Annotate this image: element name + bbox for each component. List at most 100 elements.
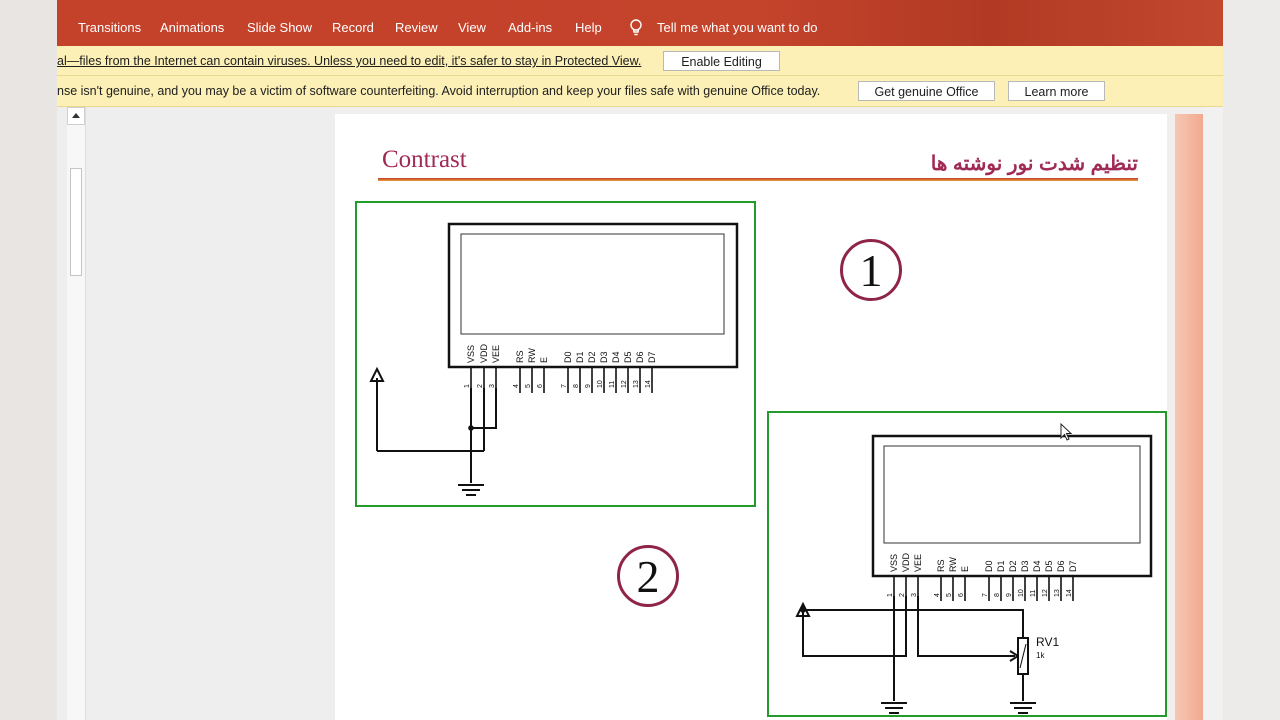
lcd-pin-number: 9 [1006,593,1013,597]
tab-review[interactable]: Review [395,20,438,35]
ground-icon [1010,702,1036,714]
lcd-pin-number: 8 [994,593,1001,597]
junction-dot [468,425,474,431]
lcd-pin-label: D6 [635,351,645,363]
lcd-pin-label: VSS [466,345,476,363]
lcd-pin-number: 14 [645,380,652,388]
pin-numbers-1: 1 2 3 4 5 6 7 8 9 10 11 12 13 14 [464,380,652,388]
editor-right-edge [1203,107,1223,720]
circle-number-2: 2 [617,545,679,607]
lcd-pin-label: D4 [611,351,621,363]
pot-top-wire [803,609,1024,638]
lcd-potentiometer-schematic: VSS VDD VEE RS RW E D0 D1 D2 D3 D4 D5 D6 D7 123456789… [795,434,1153,714]
outer-background-right [1223,0,1280,720]
vee-wiper-wire [917,596,1015,657]
slide-title-persian: تنظیم شدت نور نوشته ها [930,153,1138,175]
enable-editing-button[interactable]: Enable Editing [663,51,780,71]
protected-view-bar: al—files from the Internet can contain v… [57,46,1223,76]
genuine-office-message: nse isn't genuine, and you may be a vict… [57,84,821,98]
lcd-pin-number: 12 [1042,589,1049,597]
lcd-pin-label: D7 [647,351,657,363]
lcd-pin-number: 10 [597,380,604,388]
get-genuine-office-button[interactable]: Get genuine Office [858,81,995,101]
lcd-pin-number: 6 [958,593,965,597]
lcd-pin-number: 11 [1030,590,1037,597]
lcd-pin-label: VEE [913,554,923,572]
circle-number-1: 1 [840,239,902,301]
tab-view[interactable]: View [458,20,486,35]
genuine-office-bar: nse isn't genuine, and you may be a vict… [57,76,1223,107]
lcd-pin-number: 4 [513,384,520,388]
lcd-pin-number: 2 [477,384,484,388]
lcd-pin-label: VDD [901,552,911,572]
lcd-pin-label: RW [527,348,537,363]
lcd-direct-wiring-schematic: VSS VDD VEE RS RW E D0 D1 D2 D3 D4 D5 D6 D7 123456789… [369,222,739,496]
tab-record[interactable]: Record [332,20,374,35]
lcd-pin-number: 5 [525,384,532,388]
lcd-pin-label: RS [515,350,525,363]
lcd-pin-number: 5 [946,593,953,597]
tab-add-ins[interactable]: Add-ins [508,20,552,35]
lcd-pin-number: 2 [899,593,906,597]
scroll-up-arrow-icon [72,113,80,118]
title-underline [378,178,1138,181]
lcd-pin-number: 4 [934,593,941,597]
lcd-pin-number: 12 [621,380,628,388]
slide-decorative-strip [1175,114,1203,720]
lcd-pin-number: 1 [464,384,471,388]
vdd-wire-2 [802,596,907,657]
lcd-pin-label: E [960,566,970,572]
scrollbar-thumb[interactable] [70,168,82,276]
learn-more-button[interactable]: Learn more [1008,81,1105,101]
tab-animations[interactable]: Animations [160,20,224,35]
lcd-pin-label: D6 [1056,560,1066,572]
lcd-pin-label: VSS [889,554,899,572]
lcd-pin-label: D1 [575,351,585,363]
slide-title: Contrast [382,146,467,173]
lcd-pin-label: RW [948,557,958,572]
lcd-pin-label: E [539,357,549,363]
lcd-pin-label: RS [936,559,946,572]
tab-help[interactable]: Help [575,20,602,35]
lcd-pin-label: D4 [1032,560,1042,572]
lcd-pin-label: D7 [1068,560,1078,572]
lightbulb-icon [630,19,642,36]
lcd-pin-label: D1 [996,560,1006,572]
lcd-pin-number: 13 [1054,589,1061,597]
powerpoint-window: Transitions Animations Slide Show Record… [57,0,1223,720]
lcd-pin-number: 14 [1066,589,1073,597]
lcd-pin-number: 9 [585,384,592,388]
lcd-pin-number: 13 [633,380,640,388]
circuit-diagram-1: VSS VDD VEE RS RW E D0 D1 D2 D3 D4 D5 D6 D7 123456789… [355,201,756,507]
mouse-cursor-icon [1060,423,1073,441]
circuit-diagram-2: VSS VDD VEE RS RW E D0 D1 D2 D3 D4 D5 D6 D7 123456789… [767,411,1167,717]
lcd-pin-number: 3 [911,593,918,597]
lcd-pin-label: D5 [1044,560,1054,572]
lcd-pin-label: VEE [491,345,501,363]
slide-thumbnail-pane[interactable] [57,107,335,720]
lcd-pin-number: 1 [887,593,894,597]
lcd-pin-label: D2 [1008,560,1018,572]
lcd-pin-label: D0 [563,351,573,363]
lcd-pin-number: 10 [1018,589,1025,597]
lcd-pin-label: D5 [623,351,633,363]
ground-icon [458,484,484,496]
tell-me-search[interactable]: Tell me what you want to do [657,20,817,35]
scroll-up-button[interactable] [67,107,85,125]
lcd-pin-number: 3 [489,384,496,388]
protected-view-message: al—files from the Internet can contain v… [57,54,642,68]
outer-background-left [0,0,57,720]
pin-numbers-2: 1 2 3 4 5 6 7 8 9 10 11 12 13 14 [887,589,1073,597]
tab-slide-show[interactable]: Slide Show [247,20,312,35]
lcd-pin-label: D3 [1020,560,1030,572]
lcd-pin-number: 7 [982,593,989,597]
tab-transitions[interactable]: Transitions [78,20,141,35]
resistor-value: 1k [1036,651,1045,660]
lcd-pin-number: 8 [573,384,580,388]
ribbon-tabs-bar: Transitions Animations Slide Show Record… [57,0,1223,46]
pin-stubs-1 [470,367,653,393]
lcd-pin-number: 11 [609,381,616,388]
lcd-pin-label: D2 [587,351,597,363]
lcd-pin-number: 7 [561,384,568,388]
lcd-pin-number: 6 [537,384,544,388]
